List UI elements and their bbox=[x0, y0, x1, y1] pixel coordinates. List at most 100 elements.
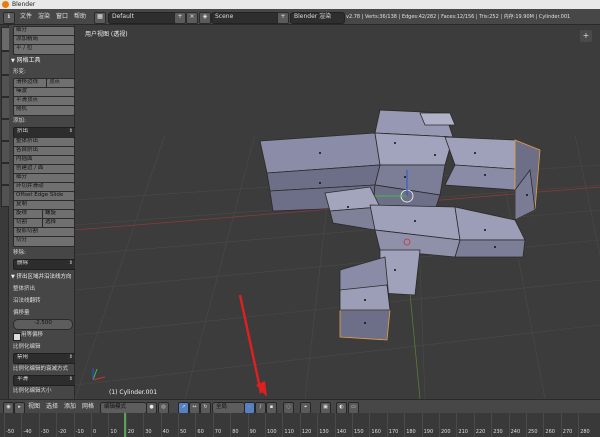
timeline-tick-label: 190 bbox=[423, 429, 434, 435]
info-header: ℹ 文件 渲染 窗口 帮助 ▦ Default + × ◈ Scene + Bl… bbox=[0, 9, 600, 25]
timeline-tick-label: -10 bbox=[75, 429, 84, 435]
menu-select[interactable]: 选择 bbox=[46, 402, 58, 412]
randomize-button[interactable]: 随机 bbox=[13, 105, 75, 116]
editor-type-icon[interactable]: ℹ bbox=[3, 12, 15, 24]
timeline-tick-label: 140 bbox=[336, 429, 347, 435]
viewport-scene bbox=[75, 109, 600, 399]
even-offset-label: 用等偏移 bbox=[21, 332, 44, 338]
menu-add[interactable]: 添加 bbox=[64, 402, 76, 412]
timeline-tick bbox=[508, 413, 510, 437]
even-offset-checkbox[interactable] bbox=[13, 333, 21, 341]
timeline-tick bbox=[560, 413, 562, 437]
timeline-tick bbox=[265, 413, 266, 437]
menu-view[interactable]: 视图 bbox=[28, 402, 40, 412]
operator-panel-title[interactable]: 挤出区域并沿法线方向 bbox=[11, 272, 73, 282]
timeline-tick bbox=[4, 413, 5, 437]
timeline-tick-label: 250 bbox=[528, 429, 538, 435]
timeline-tick-label: 90 bbox=[249, 429, 256, 435]
timeline-tick-label: 180 bbox=[406, 429, 416, 435]
tool-tabs bbox=[0, 25, 10, 399]
timeline-tick bbox=[386, 413, 388, 437]
offset-field[interactable]: -2.500 bbox=[13, 319, 73, 330]
timeline-tick-label: 200 bbox=[441, 429, 451, 435]
timeline-tick bbox=[56, 413, 58, 437]
timeline-tick-label: 170 bbox=[388, 429, 399, 435]
timeline-tick-label: 40 bbox=[162, 429, 169, 435]
timeline-tick-label: 230 bbox=[493, 429, 503, 435]
timeline-tick bbox=[491, 413, 493, 437]
timeline-tick bbox=[456, 413, 458, 437]
timeline-tick bbox=[578, 413, 580, 437]
timeline-tick-label: 0 bbox=[93, 429, 97, 435]
properties-toggle-icon[interactable]: + bbox=[580, 30, 592, 42]
flat-pull-button[interactable]: 平 / 拉 bbox=[13, 44, 75, 55]
proportional-size-label: 比例化编辑大小 bbox=[13, 388, 52, 394]
timeline-tick bbox=[143, 413, 145, 437]
viewport-header: ◉ ▸ 视图 选择 添加 网格 编辑模式 ● ◎ ↗ ↔ ↻ 全局 · / ▪ … bbox=[0, 399, 600, 414]
timeline-tick bbox=[160, 413, 162, 437]
timeline-tick bbox=[404, 413, 406, 437]
timeline-tick-label: 260 bbox=[545, 429, 555, 435]
timeline-tick-label: 60 bbox=[197, 429, 204, 435]
timeline[interactable]: -50 -40 -30 -20 -10 0 10 20 30 40 50 60 70 80 90 100 110… bbox=[0, 413, 600, 437]
annotation-arrow bbox=[238, 294, 263, 394]
op-extrude-whole-label: 整体挤出 bbox=[13, 286, 36, 292]
timeline-tick bbox=[21, 413, 23, 437]
op-flip-normals-label: 沿法线翻转 bbox=[13, 298, 41, 304]
timeline-tick-label: -20 bbox=[58, 429, 67, 435]
layout-selector[interactable]: Default bbox=[108, 12, 177, 24]
menu-window[interactable]: 窗口 bbox=[56, 12, 68, 22]
proportional-dropdown[interactable]: 禁用 bbox=[13, 353, 76, 364]
timeline-tick-label: 50 bbox=[180, 429, 187, 435]
layout-icon[interactable]: ▦ bbox=[94, 12, 106, 24]
timeline-tick-label: 220 bbox=[475, 429, 486, 435]
scene-stats: v2.78 | Verts:36/138 | Edges:42/282 | Fa… bbox=[346, 14, 571, 20]
timeline-tick bbox=[247, 413, 249, 437]
timeline-tick bbox=[421, 413, 423, 437]
timeline-tick bbox=[178, 413, 179, 437]
blender-logo-icon bbox=[2, 1, 9, 8]
timeline-tick-label: 240 bbox=[510, 429, 521, 435]
proportional-label: 比例化编辑 bbox=[13, 344, 41, 350]
timeline-tick bbox=[299, 413, 301, 437]
timeline-tick-label: 20 bbox=[127, 429, 135, 435]
current-frame-marker[interactable] bbox=[124, 413, 126, 437]
timeline-tick-label: 160 bbox=[371, 429, 381, 435]
timeline-tick bbox=[73, 413, 75, 437]
remove-label: 移除: bbox=[13, 250, 26, 256]
view-name: 用户视图 (透视) bbox=[85, 31, 128, 38]
timeline-tick bbox=[473, 413, 475, 437]
timeline-tick-label: 10 bbox=[110, 429, 117, 435]
timeline-tick-label: 80 bbox=[232, 429, 239, 435]
mesh-tools-panel-title[interactable]: 网格工具 bbox=[11, 56, 73, 66]
mesh-upper bbox=[259, 109, 541, 221]
scene-icon[interactable]: ◈ bbox=[199, 12, 211, 24]
timeline-tick bbox=[352, 413, 353, 437]
3d-viewport[interactable]: 用户视图 (透视) (1) Cylinder.001 + bbox=[75, 25, 600, 399]
timeline-tick-label: 70 bbox=[214, 429, 222, 435]
timeline-tick bbox=[317, 413, 319, 437]
active-object-label: (1) Cylinder.001 bbox=[109, 389, 158, 396]
add-label: 添加: bbox=[13, 118, 26, 124]
menu-render[interactable]: 渲染 bbox=[38, 12, 50, 22]
scene-add-icon[interactable]: + bbox=[277, 12, 289, 24]
timeline-tick-label: 280 bbox=[580, 429, 590, 435]
timeline-tick bbox=[108, 413, 110, 437]
layout-add-icon[interactable]: + bbox=[174, 12, 186, 24]
delete-dropdown[interactable]: 删除 bbox=[13, 259, 76, 270]
menu-help[interactable]: 帮助 bbox=[74, 12, 86, 22]
timeline-tick-label: 120 bbox=[301, 429, 312, 435]
scene-selector[interactable]: Scene bbox=[211, 12, 280, 24]
menu-mesh[interactable]: 网格 bbox=[82, 402, 94, 412]
window-title: Blender bbox=[12, 1, 36, 8]
timeline-tick-label: 130 bbox=[319, 429, 329, 435]
timeline-tick-label: 270 bbox=[562, 429, 573, 435]
timeline-tick bbox=[38, 413, 40, 437]
layout-close-icon[interactable]: × bbox=[186, 12, 198, 24]
timeline-tick-label: -50 bbox=[6, 429, 15, 435]
falloff-dropdown[interactable]: 平滑 bbox=[13, 375, 76, 386]
bisect-button[interactable]: 切分 bbox=[13, 236, 75, 247]
timeline-tick-label: -30 bbox=[40, 429, 49, 435]
menu-file[interactable]: 文件 bbox=[20, 12, 32, 22]
render-engine-selector[interactable]: Blender 渲染 bbox=[290, 12, 345, 24]
